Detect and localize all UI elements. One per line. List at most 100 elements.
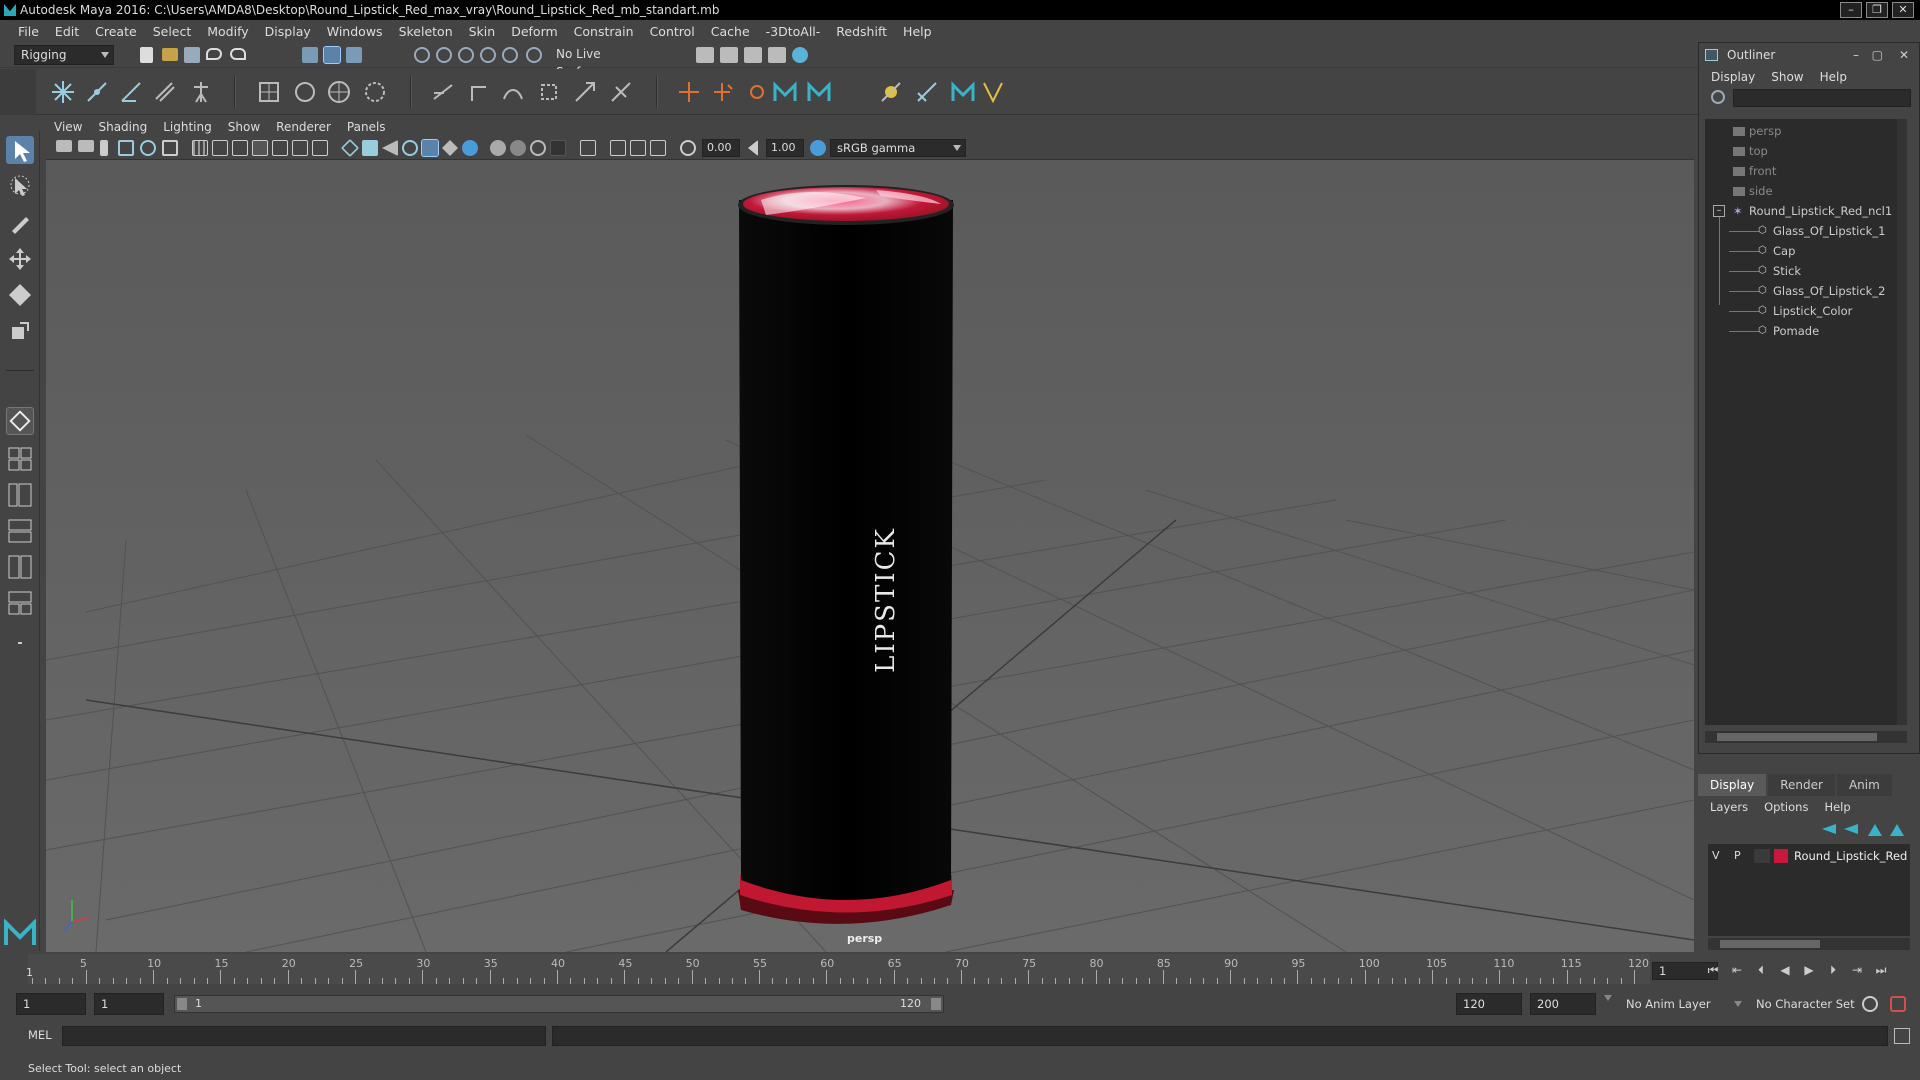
move-layer-up-icon[interactable] — [1822, 824, 1836, 834]
play-backward-icon[interactable]: ◀ — [1776, 962, 1794, 978]
hik-icon[interactable] — [744, 79, 770, 105]
select-by-component-icon[interactable] — [346, 47, 362, 63]
scale-tool-icon[interactable] — [6, 317, 34, 345]
render-region-icon[interactable] — [696, 47, 714, 63]
grease-pencil-icon[interactable] — [162, 140, 178, 156]
bind-skin-icon[interactable] — [152, 79, 178, 105]
color-space-dropdown[interactable]: sRGB gamma — [830, 139, 966, 157]
minimize-button[interactable]: – — [1840, 2, 1862, 18]
bookmark-icon[interactable] — [100, 140, 108, 156]
lattice-icon[interactable] — [256, 79, 282, 105]
tab-render[interactable]: Render — [1768, 774, 1835, 796]
safe-action-icon[interactable] — [292, 140, 308, 156]
backface-culling-icon[interactable] — [650, 140, 666, 156]
gamma-field[interactable]: 1.00 — [766, 139, 804, 157]
menu-windows[interactable]: Windows — [319, 24, 391, 39]
new-scene-icon[interactable] — [140, 47, 153, 63]
tab-display[interactable]: Display — [1698, 774, 1767, 796]
list-item-group[interactable]: – ✶ Round_Lipstick_Red_ncl1 — [1713, 201, 1903, 221]
list-item[interactable]: ⬡ Lipstick_Color — [1729, 301, 1852, 321]
ik-handle-icon[interactable] — [84, 79, 110, 105]
point-constraint-icon[interactable] — [466, 79, 492, 105]
undo-icon[interactable] — [206, 48, 222, 60]
outliner-layout-icon[interactable] — [6, 589, 34, 617]
panel-menu-panels[interactable]: Panels — [339, 120, 394, 134]
collapse-icon[interactable]: – — [1713, 205, 1725, 217]
camera-attributes-icon[interactable] — [56, 140, 72, 152]
anim-layer-dropdown[interactable]: No Anim Layer — [1626, 994, 1711, 1014]
maximize-icon[interactable]: ▢ — [1872, 43, 1883, 67]
resolution-gate-icon[interactable] — [232, 140, 248, 156]
list-item[interactable]: ⬡ Glass_Of_Lipstick_2 — [1729, 281, 1885, 301]
menu-constrain[interactable]: Constrain — [566, 24, 642, 39]
menu-help[interactable]: Help — [895, 24, 940, 39]
field-chart-icon[interactable] — [272, 140, 288, 156]
persp-graph-layout-icon[interactable] — [6, 517, 34, 545]
outliner-vertical-scrollbar[interactable] — [1897, 119, 1907, 725]
xray-joints-icon[interactable] — [630, 140, 646, 156]
menu-skin[interactable]: Skin — [461, 24, 504, 39]
character-set-icon[interactable] — [806, 79, 832, 105]
layer-horizontal-scrollbar[interactable] — [1708, 938, 1910, 950]
screen-space-ao-icon[interactable] — [462, 140, 478, 156]
panel-menu-lighting[interactable]: Lighting — [155, 120, 220, 134]
exposure-icon[interactable] — [680, 140, 696, 156]
panel-menu-shading[interactable]: Shading — [90, 120, 155, 134]
ik-spline-icon[interactable] — [118, 79, 144, 105]
panel-menu-view[interactable]: View — [46, 120, 90, 134]
go-to-start-icon[interactable]: ⏮ — [1704, 962, 1722, 978]
open-scene-icon[interactable] — [162, 48, 178, 61]
layer-menu-layers[interactable]: Layers — [1702, 800, 1756, 814]
snap-point-icon[interactable] — [458, 47, 474, 63]
playback-start-field[interactable]: 1 — [94, 993, 164, 1015]
menu-deform[interactable]: Deform — [503, 24, 565, 39]
color-management-icon[interactable] — [810, 140, 826, 156]
layer-color-swatch[interactable] — [1774, 849, 1788, 863]
list-item[interactable]: ⬡ Pomade — [1729, 321, 1819, 341]
new-layer-icon[interactable] — [1868, 824, 1882, 836]
multisample-aa-icon[interactable] — [510, 140, 526, 156]
pole-vector-icon[interactable] — [608, 79, 634, 105]
list-item[interactable]: ⬡ Cap — [1729, 241, 1795, 261]
tab-anim[interactable]: Anim — [1836, 774, 1892, 796]
viewport-persp[interactable]: LIPSTICK persp — [46, 160, 1694, 952]
panel-menu-show[interactable]: Show — [220, 120, 268, 134]
time-slider-track[interactable]: 5 10 15 20 25 30 35 40 45 50 55 60 65 70 75 80 85 90 95 100… — [28, 954, 1650, 984]
menu-create[interactable]: Create — [87, 24, 145, 39]
character-icon[interactable] — [772, 79, 798, 105]
snap-grid-icon[interactable] — [414, 47, 430, 63]
gamma-icon[interactable] — [748, 140, 758, 156]
use-all-lights-icon[interactable] — [421, 139, 439, 157]
layer-visibility-toggle[interactable]: V — [1712, 849, 1720, 862]
layer-display-type[interactable] — [1754, 849, 1770, 863]
step-back-key-icon[interactable]: ⇤ — [1728, 962, 1746, 978]
menu-edit[interactable]: Edit — [47, 24, 87, 39]
shelf-tabs[interactable] — [0, 69, 36, 115]
close-icon[interactable]: ✕ — [1899, 43, 1909, 67]
list-item[interactable]: side — [1733, 181, 1773, 201]
2d-pan-zoom-icon[interactable] — [140, 140, 156, 156]
new-layer-selected-icon[interactable] — [1890, 824, 1904, 836]
step-back-frame-icon[interactable]: ⏴ — [1752, 962, 1770, 978]
isolate-select-icon[interactable] — [550, 140, 566, 156]
list-item[interactable]: ⬡ Glass_Of_Lipstick_1 — [1729, 221, 1885, 241]
select-tool-icon[interactable] — [6, 136, 34, 164]
set-driven-key-icon[interactable] — [710, 79, 736, 105]
gate-mask-icon[interactable] — [252, 140, 268, 156]
command-language-label[interactable]: MEL — [28, 1028, 52, 1042]
wireframe-on-shaded-icon[interactable] — [382, 140, 398, 156]
mirror-weights-icon[interactable] — [914, 79, 940, 105]
hypershade-icon[interactable] — [792, 47, 808, 63]
paint-weights-icon[interactable] — [878, 79, 904, 105]
animation-end-field[interactable]: 200 — [1530, 993, 1596, 1015]
layer-menu-options[interactable]: Options — [1756, 800, 1816, 814]
minimize-icon[interactable]: – — [1853, 43, 1859, 67]
anim-layer-arrow-icon[interactable] — [1604, 995, 1612, 1001]
character-set-dropdown[interactable]: No Character Set — [1756, 994, 1855, 1014]
menu-select[interactable]: Select — [145, 24, 200, 39]
orient-constraint-icon[interactable] — [500, 79, 526, 105]
single-perspective-view-icon[interactable] — [6, 407, 34, 435]
outliner-menu-show[interactable]: Show — [1763, 70, 1811, 84]
step-forward-key-icon[interactable]: ⇥ — [1848, 962, 1866, 978]
four-view-layout-icon[interactable] — [6, 445, 34, 473]
